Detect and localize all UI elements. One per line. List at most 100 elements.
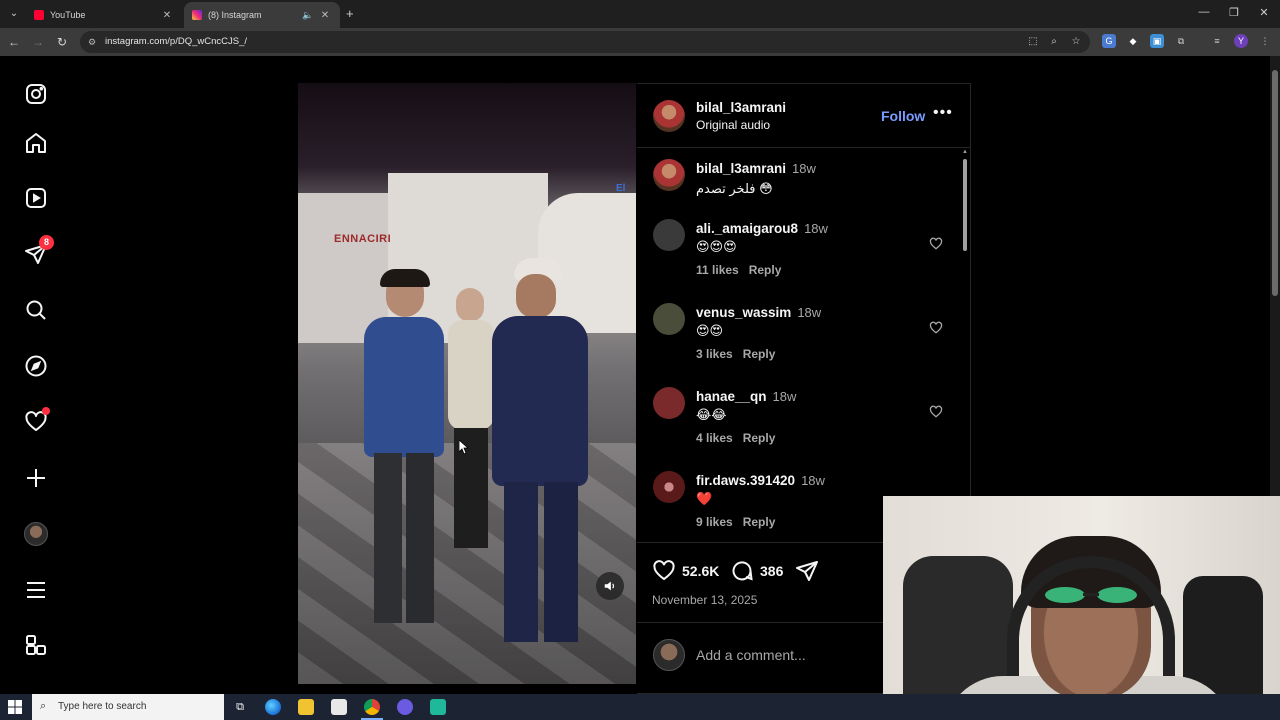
page-scroll-thumb[interactable] bbox=[1272, 70, 1278, 296]
also-from-meta-icon[interactable] bbox=[22, 632, 50, 660]
create-plus-icon[interactable] bbox=[22, 464, 50, 492]
home-icon[interactable] bbox=[22, 129, 50, 157]
messages-icon[interactable]: 8 bbox=[22, 235, 54, 268]
taskbar-search[interactable]: ⌕ Type here to search bbox=[32, 694, 224, 720]
zoom-icon[interactable]: ⌕ bbox=[1047, 36, 1061, 47]
comment-bubble-icon[interactable] bbox=[730, 559, 754, 583]
browser-menu-icon[interactable]: ⋮ bbox=[1258, 34, 1272, 48]
comment-username[interactable]: fir.daws.391420 bbox=[696, 473, 795, 488]
tab-instagram[interactable]: (8) Instagram 🔈 ✕ bbox=[184, 2, 340, 28]
tab-youtube[interactable]: YouTube ✕ bbox=[26, 2, 182, 28]
post-video[interactable]: ENNACIRI El bbox=[298, 83, 636, 684]
comment-username[interactable]: ali._amaigarou8 bbox=[696, 221, 798, 236]
reels-icon[interactable] bbox=[22, 184, 50, 212]
task-view-icon[interactable]: ⧉ bbox=[232, 699, 248, 715]
like-comment-heart-icon[interactable] bbox=[929, 237, 943, 251]
minimize-icon[interactable]: — bbox=[1194, 6, 1214, 18]
close-tab-icon[interactable]: ✕ bbox=[160, 10, 174, 21]
video-person-right bbox=[482, 258, 592, 658]
translate-extension-icon[interactable]: G bbox=[1102, 34, 1116, 48]
back-icon[interactable]: ← bbox=[6, 34, 22, 50]
comments-scrollbar[interactable]: ▲ bbox=[961, 149, 969, 541]
extensions-puzzle-icon[interactable]: ⧉ bbox=[1174, 34, 1188, 48]
explore-icon[interactable] bbox=[22, 352, 50, 380]
author-avatar[interactable] bbox=[653, 100, 685, 132]
reply-button[interactable]: Reply bbox=[749, 263, 782, 277]
image-extension-icon[interactable]: ▣ bbox=[1150, 34, 1164, 48]
comment-count: 386 bbox=[760, 563, 784, 579]
share-icon[interactable] bbox=[795, 559, 819, 583]
original-audio-link[interactable]: Original audio bbox=[696, 118, 770, 132]
like-count[interactable]: 52.6K bbox=[682, 563, 719, 579]
reload-icon[interactable]: ↻ bbox=[54, 34, 70, 50]
chrome-icon[interactable] bbox=[364, 699, 380, 715]
follow-button[interactable]: Follow bbox=[881, 108, 925, 124]
instagram-logo-icon[interactable] bbox=[22, 80, 50, 108]
file-explorer-icon[interactable] bbox=[298, 699, 314, 715]
share-action[interactable] bbox=[795, 559, 825, 583]
profile-avatar-icon[interactable]: Y bbox=[1234, 34, 1248, 48]
profile-avatar[interactable] bbox=[22, 520, 50, 548]
close-window-icon[interactable]: ✕ bbox=[1254, 6, 1274, 19]
edge-browser-icon[interactable] bbox=[265, 699, 281, 715]
search-icon: ⌕ bbox=[40, 700, 47, 712]
comments-scroll-thumb[interactable] bbox=[963, 159, 967, 251]
comment-likes[interactable]: 3 likes bbox=[696, 347, 733, 361]
comment-avatar[interactable] bbox=[653, 219, 685, 251]
comment-likes[interactable]: 4 likes bbox=[696, 431, 733, 445]
comment-username[interactable]: venus_wassim bbox=[696, 305, 791, 320]
app-icon[interactable] bbox=[430, 699, 446, 715]
author-username[interactable]: bilal_l3amrani bbox=[696, 100, 786, 115]
current-user-avatar bbox=[653, 639, 685, 671]
diamond-extension-icon[interactable]: ◆ bbox=[1126, 34, 1140, 48]
windows-taskbar: ⌕ Type here to search ⧉ bbox=[0, 694, 1280, 720]
browser-tab-strip: ⌄ YouTube ✕ (8) Instagram 🔈 ✕ + — ❐ ✕ bbox=[0, 0, 1280, 28]
comment-username[interactable]: bilal_l3amrani bbox=[696, 161, 786, 176]
comment-avatar[interactable] bbox=[653, 159, 685, 191]
like-comment-heart-icon[interactable] bbox=[929, 405, 943, 419]
video-sign-text: El bbox=[616, 183, 626, 194]
comment-action[interactable]: 386 bbox=[730, 559, 783, 583]
comment-avatar[interactable] bbox=[653, 387, 685, 419]
more-options-icon[interactable]: ••• bbox=[933, 104, 953, 122]
comments-list[interactable]: bilal_l3amrani 18w فلخر تصدم 😳 ali._amaig… bbox=[637, 149, 971, 541]
url-text[interactable]: instagram.com/p/DQ_wCncCJS_/ bbox=[105, 36, 247, 47]
comment-text: ❤️ bbox=[696, 491, 713, 506]
scroll-up-icon[interactable]: ▲ bbox=[962, 149, 968, 155]
discord-icon[interactable] bbox=[397, 699, 413, 715]
store-icon[interactable] bbox=[331, 699, 347, 715]
reply-button[interactable]: Reply bbox=[743, 515, 776, 529]
like-comment-heart-icon[interactable] bbox=[929, 321, 943, 335]
caption-comment: bilal_l3amrani 18w فلخر تصدم 😳 bbox=[637, 159, 971, 199]
comment-time: 18w bbox=[801, 473, 825, 488]
comment-text: 😍😍 bbox=[696, 323, 724, 338]
reply-button[interactable]: Reply bbox=[743, 431, 776, 445]
media-queue-icon[interactable]: ≡ bbox=[1210, 34, 1224, 48]
comment-likes[interactable]: 9 likes bbox=[696, 515, 733, 529]
address-bar[interactable]: ⚙ instagram.com/p/DQ_wCncCJS_/ ⬚ ⌕ ☆ bbox=[80, 31, 1090, 53]
windows-start-icon[interactable] bbox=[8, 700, 22, 714]
tab-title: (8) Instagram bbox=[208, 10, 262, 20]
comment-username[interactable]: hanae__qn bbox=[696, 389, 767, 404]
comment-avatar[interactable] bbox=[653, 303, 685, 335]
reply-button[interactable]: Reply bbox=[743, 347, 776, 361]
notifications-heart-icon[interactable] bbox=[22, 407, 50, 436]
post-date[interactable]: November 13, 2025 bbox=[652, 593, 757, 607]
bookmark-star-icon[interactable]: ☆ bbox=[1069, 36, 1083, 47]
more-menu-icon[interactable] bbox=[22, 576, 50, 604]
install-app-icon[interactable]: ⬚ bbox=[1026, 36, 1040, 47]
like-action[interactable]: 52.6K bbox=[652, 559, 719, 583]
comment-avatar[interactable] bbox=[653, 471, 685, 503]
comment-time: 18w bbox=[804, 221, 828, 236]
search-icon[interactable] bbox=[22, 296, 50, 324]
close-tab-icon[interactable]: ✕ bbox=[318, 10, 332, 21]
audio-playing-icon[interactable]: 🔈 bbox=[302, 10, 316, 21]
site-info-icon[interactable]: ⚙ bbox=[88, 36, 100, 48]
comment-likes[interactable]: 11 likes bbox=[696, 263, 739, 277]
audio-toggle-button[interactable] bbox=[596, 572, 624, 600]
tab-search-icon[interactable]: ⌄ bbox=[6, 6, 22, 22]
like-heart-icon[interactable] bbox=[652, 559, 676, 583]
forward-icon[interactable]: → bbox=[30, 34, 46, 50]
new-tab-icon[interactable]: + bbox=[346, 7, 354, 20]
restore-icon[interactable]: ❐ bbox=[1224, 6, 1244, 19]
